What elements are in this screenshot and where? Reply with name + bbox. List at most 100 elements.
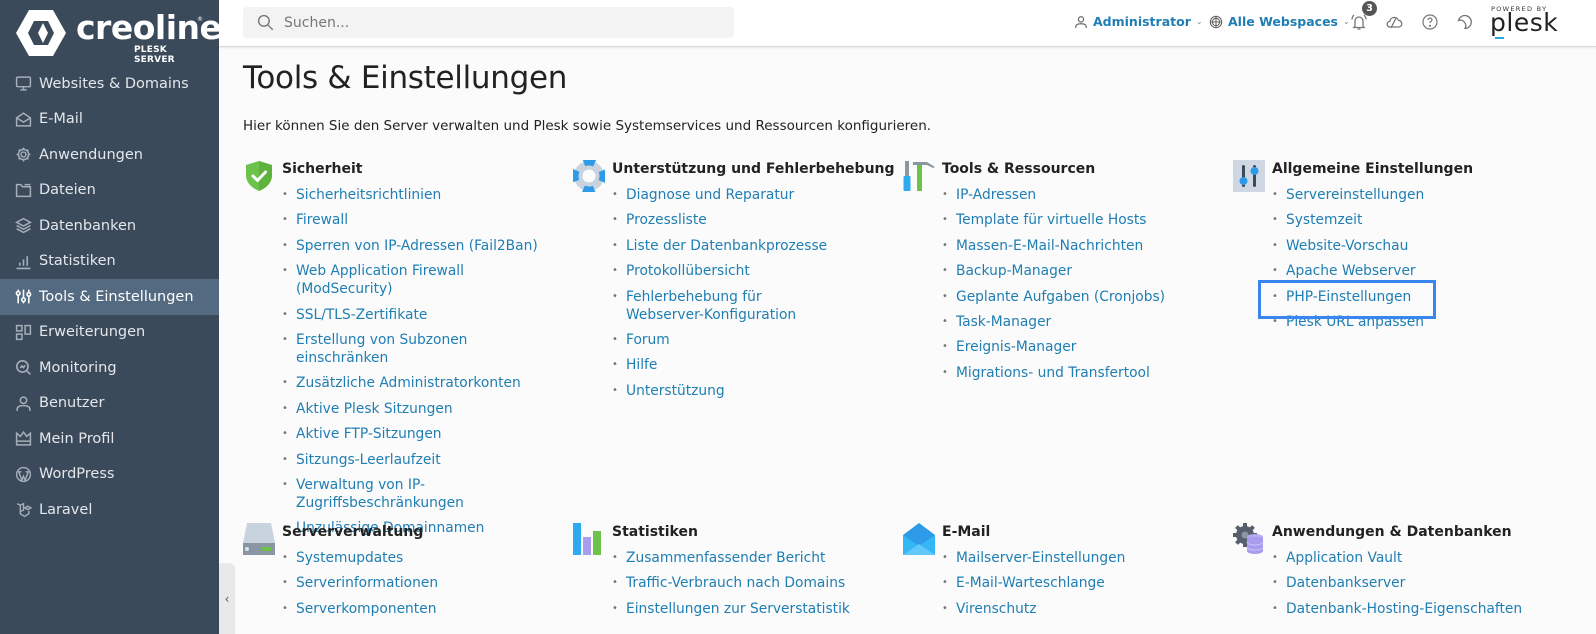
- link-leerlaufzeit[interactable]: Sitzungs-Leerlaufzeit: [282, 451, 562, 469]
- group-title: Tools & Ressourcen: [942, 161, 1096, 177]
- link-zusammenfassender-bericht[interactable]: Zusammenfassender Bericht: [612, 549, 892, 567]
- link-systemupdates[interactable]: Systemupdates: [282, 549, 562, 567]
- link-plesk-sitzungen[interactable]: Aktive Plesk Sitzungen: [282, 400, 562, 418]
- link-prozessliste[interactable]: Prozessliste: [612, 211, 892, 229]
- plesk-logo-accent: [1495, 37, 1504, 39]
- search-icon: [257, 14, 274, 31]
- link-forum[interactable]: Forum: [612, 331, 892, 349]
- link-modsecurity[interactable]: Web Application Firewall (ModSecurity): [282, 262, 562, 298]
- link-serverkomponenten[interactable]: Serverkomponenten: [282, 600, 562, 618]
- sidebar-item-label: Datenbanken: [39, 217, 137, 234]
- user-icon: [15, 395, 32, 412]
- link-email-warteschlange[interactable]: E-Mail-Warteschlange: [942, 574, 1222, 592]
- link-virenschutz[interactable]: Virenschutz: [942, 600, 1222, 618]
- group-title: Statistiken: [612, 524, 698, 540]
- search-box[interactable]: [243, 7, 734, 38]
- tools-icon: [903, 161, 935, 191]
- link-unterstuetzung[interactable]: Unterstützung: [612, 382, 892, 400]
- sidebar-item-mein-profil[interactable]: Mein Profil: [0, 421, 219, 457]
- link-webserver-fehlerbehebung[interactable]: Fehlerbehebung für Webserver-Konfigurati…: [612, 288, 837, 324]
- link-application-vault[interactable]: Application Vault: [1272, 549, 1552, 567]
- sidebar-item-label: Tools & Einstellungen: [39, 288, 194, 305]
- dark-mode-toggle[interactable]: [1456, 13, 1474, 31]
- link-php-einstellungen[interactable]: PHP-Einstellungen: [1272, 288, 1552, 306]
- cloud-icon: [1386, 16, 1403, 29]
- sidebar-item-email[interactable]: E-Mail: [0, 102, 219, 138]
- link-serverstatistik[interactable]: Einstellungen zur Serverstatistik: [612, 600, 892, 618]
- link-datenbankserver[interactable]: Datenbankserver: [1272, 574, 1552, 592]
- sidebar-item-monitoring[interactable]: Monitoring: [0, 350, 219, 386]
- notifications-button[interactable]: [1350, 13, 1368, 31]
- plesk-logo[interactable]: plesk: [1490, 8, 1558, 37]
- chevron-down-icon: ⌄: [1343, 17, 1350, 26]
- sidebar-item-wordpress[interactable]: WordPress: [0, 457, 219, 493]
- sidebar-item-erweiterungen[interactable]: Erweiterungen: [0, 315, 219, 351]
- link-ftp-sitzungen[interactable]: Aktive FTP-Sitzungen: [282, 425, 562, 443]
- link-sicherheitsrichtlinien[interactable]: Sicherheitsrichtlinien: [282, 186, 562, 204]
- link-ip-zugriff[interactable]: Verwaltung von IP-Zugriffsbeschränkungen: [282, 476, 482, 512]
- link-traffic-verbrauch[interactable]: Traffic-Verbrauch nach Domains: [612, 574, 892, 592]
- chevron-down-icon: ⌄: [1195, 17, 1203, 26]
- user-menu[interactable]: Administrator ⌄: [1074, 14, 1203, 29]
- group-links: Sicherheitsrichtlinien Firewall Sperren …: [282, 186, 562, 545]
- sidebar-item-laravel[interactable]: Laravel: [0, 492, 219, 528]
- sidebar-item-dateien[interactable]: Dateien: [0, 173, 219, 209]
- link-migration[interactable]: Migrations- und Transfertool: [942, 364, 1222, 382]
- group-links: Zusammenfassender Bericht Traffic-Verbra…: [612, 549, 892, 625]
- page-description: Hier können Sie den Server verwalten und…: [243, 118, 932, 134]
- link-mailserver-einstellungen[interactable]: Mailserver-Einstellungen: [942, 549, 1222, 567]
- link-backup-manager[interactable]: Backup-Manager: [942, 262, 1222, 280]
- mail-open-icon: [15, 111, 32, 128]
- sidebar-item-statistiken[interactable]: Statistiken: [0, 244, 219, 280]
- sidebar-item-label: Dateien: [39, 182, 96, 199]
- link-website-vorschau[interactable]: Website-Vorschau: [1272, 237, 1552, 255]
- sidebar-item-websites-domains[interactable]: Websites & Domains: [0, 66, 219, 102]
- link-plesk-url[interactable]: Plesk URL anpassen: [1272, 313, 1552, 331]
- sidebar-item-label: WordPress: [39, 466, 115, 483]
- link-diagnose[interactable]: Diagnose und Reparatur: [612, 186, 892, 204]
- sidebar-item-tools-einstellungen[interactable]: Tools & Einstellungen: [0, 279, 219, 315]
- creoline-logo[interactable]: creoline ® PLESK SERVER: [16, 8, 222, 65]
- brand-name: creoline: [76, 8, 222, 47]
- monitoring-icon: [15, 359, 32, 376]
- webspace-selector[interactable]: Alle Webspaces ⌄: [1209, 14, 1350, 29]
- link-admin-konten[interactable]: Zusätzliche Administratorkonten: [282, 374, 562, 392]
- link-task-manager[interactable]: Task-Manager: [942, 313, 1222, 331]
- folder-icon: [15, 182, 32, 199]
- group-title: Unterstützung und Fehlerbehebung: [612, 161, 895, 177]
- extensions-icon: [15, 324, 32, 341]
- link-firewall[interactable]: Firewall: [282, 211, 562, 229]
- link-servereinstellungen[interactable]: Servereinstellungen: [1272, 186, 1552, 204]
- link-subzonen[interactable]: Erstellung von Subzonen einschränken: [282, 331, 562, 367]
- link-datenbank-hosting[interactable]: Datenbank-Hosting-Eigenschaften: [1272, 600, 1552, 618]
- sidebar-item-label: Mein Profil: [39, 430, 115, 447]
- crown-icon: [15, 430, 32, 447]
- link-cronjobs[interactable]: Geplante Aufgaben (Cronjobs): [942, 288, 1222, 306]
- sidebar-item-anwendungen[interactable]: Anwendungen: [0, 137, 219, 173]
- link-protokolle[interactable]: Protokollübersicht: [612, 262, 892, 280]
- link-datenbankprozesse[interactable]: Liste der Datenbankprozesse: [612, 237, 892, 255]
- lifebuoy-icon: [573, 160, 605, 192]
- link-serverinformationen[interactable]: Serverinformationen: [282, 574, 562, 592]
- link-hilfe[interactable]: Hilfe: [612, 356, 892, 374]
- help-button[interactable]: [1421, 13, 1439, 31]
- settings-sliders-icon: [1233, 160, 1265, 192]
- sidebar-nav: Websites & Domains E-Mail Anwendungen Da…: [0, 66, 219, 528]
- search-input[interactable]: [284, 14, 704, 31]
- sidebar-item-datenbanken[interactable]: Datenbanken: [0, 208, 219, 244]
- link-vhost-template[interactable]: Template für virtuelle Hosts: [942, 211, 1222, 229]
- group-title: Allgemeine Einstellungen: [1272, 161, 1474, 177]
- group-links: Servereinstellungen Systemzeit Website-V…: [1272, 186, 1552, 338]
- link-ssl-tls[interactable]: SSL/TLS-Zertifikate: [282, 306, 562, 324]
- link-systemzeit[interactable]: Systemzeit: [1272, 211, 1552, 229]
- link-apache-webserver[interactable]: Apache Webserver: [1272, 262, 1552, 280]
- link-ip-adressen[interactable]: IP-Adressen: [942, 186, 1222, 204]
- sidebar-item-benutzer[interactable]: Benutzer: [0, 386, 219, 422]
- link-massen-email[interactable]: Massen-E-Mail-Nachrichten: [942, 237, 1222, 255]
- link-ereignis-manager[interactable]: Ereignis-Manager: [942, 338, 1222, 356]
- sidebar-collapse-button[interactable]: ‹: [219, 563, 235, 634]
- cloud-button[interactable]: [1385, 13, 1403, 31]
- globe-icon: [1209, 15, 1223, 28]
- link-fail2ban[interactable]: Sperren von IP-Adressen (Fail2Ban): [282, 237, 562, 255]
- monitor-icon: [15, 75, 32, 92]
